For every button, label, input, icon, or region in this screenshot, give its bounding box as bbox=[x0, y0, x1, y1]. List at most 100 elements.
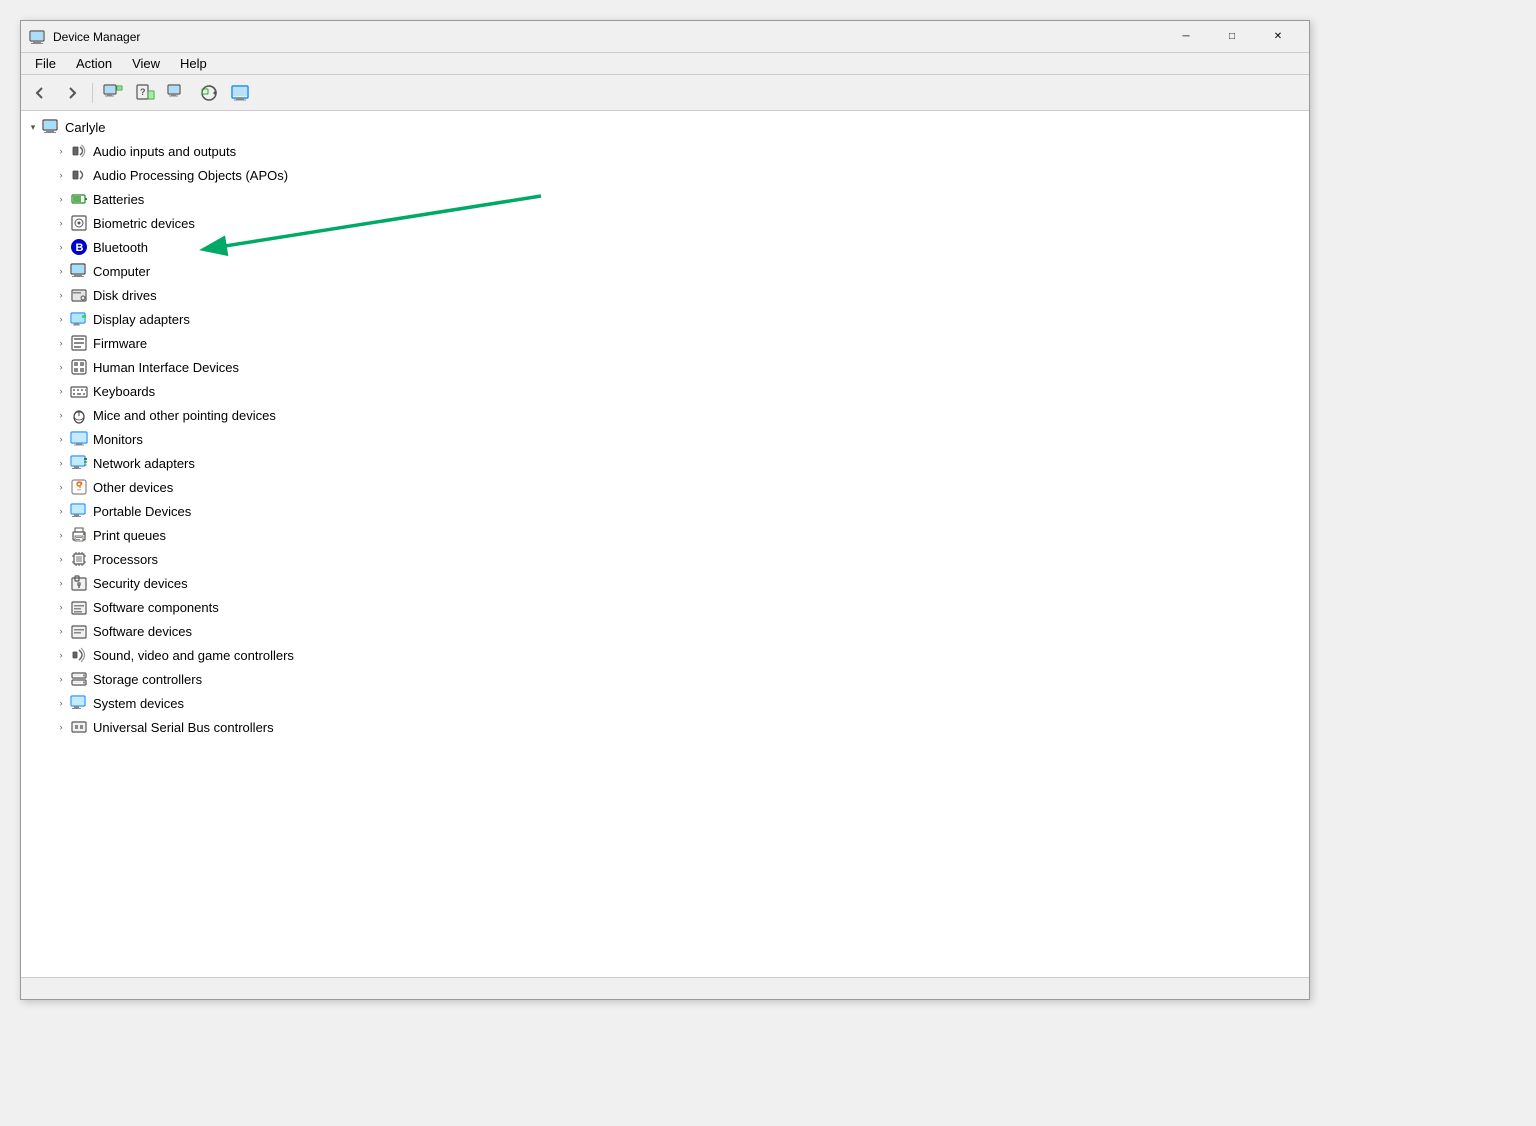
show-alphabetically-button[interactable] bbox=[162, 79, 192, 107]
toolbar: ? bbox=[21, 75, 1309, 111]
disk-icon bbox=[69, 285, 89, 305]
battery-icon bbox=[69, 189, 89, 209]
chevron-right-icon: › bbox=[53, 599, 69, 615]
update-button[interactable] bbox=[194, 79, 224, 107]
storage-icon bbox=[69, 669, 89, 689]
other-devices-icon: ? bbox=[69, 477, 89, 497]
tree-item-sound[interactable]: › Sound, video and game controllers bbox=[21, 643, 1309, 667]
tree-item-firmware[interactable]: › Firmware bbox=[21, 331, 1309, 355]
window-title: Device Manager bbox=[53, 30, 1163, 44]
hid-icon bbox=[69, 357, 89, 377]
tree-item-bluetooth[interactable]: › B Bluetooth bbox=[21, 235, 1309, 259]
software-components-icon bbox=[69, 597, 89, 617]
network-icon bbox=[69, 453, 89, 473]
tree-item-mice[interactable]: › Mice and other pointing devices bbox=[21, 403, 1309, 427]
tree-item-processors[interactable]: › Processors bbox=[21, 547, 1309, 571]
item-label: Software components bbox=[93, 600, 219, 615]
item-label: Bluetooth bbox=[93, 240, 148, 255]
computer-icon bbox=[41, 117, 61, 137]
item-label: Computer bbox=[93, 264, 150, 279]
minimize-button[interactable]: ─ bbox=[1163, 21, 1209, 53]
item-label: Software devices bbox=[93, 624, 192, 639]
chevron-right-icon: › bbox=[53, 455, 69, 471]
item-label: Keyboards bbox=[93, 384, 155, 399]
tree-item-other[interactable]: › ? Other devices bbox=[21, 475, 1309, 499]
tree-item-computer[interactable]: › Computer bbox=[21, 259, 1309, 283]
processor-icon bbox=[69, 549, 89, 569]
system-icon bbox=[69, 693, 89, 713]
chevron-right-icon: › bbox=[53, 215, 69, 231]
tree-item-disk-drives[interactable]: › Disk drives bbox=[21, 283, 1309, 307]
chevron-right-icon: › bbox=[53, 623, 69, 639]
software-devices-icon bbox=[69, 621, 89, 641]
maximize-button[interactable]: □ bbox=[1209, 21, 1255, 53]
item-label: Other devices bbox=[93, 480, 173, 495]
computer-item-icon bbox=[69, 261, 89, 281]
tree-item-security[interactable]: › Security devices bbox=[21, 571, 1309, 595]
tree-item-keyboards[interactable]: › Keyboards bbox=[21, 379, 1309, 403]
tree-item-network[interactable]: › Network adapters bbox=[21, 451, 1309, 475]
chevron-right-icon: › bbox=[53, 551, 69, 567]
tree-item-hid[interactable]: › Human Interface Devices bbox=[21, 355, 1309, 379]
window-controls: ─ □ ✕ bbox=[1163, 21, 1301, 53]
item-label: Network adapters bbox=[93, 456, 195, 471]
tree-item-audio-inputs[interactable]: › Audio inputs and outputs bbox=[21, 139, 1309, 163]
chevron-right-icon: › bbox=[53, 311, 69, 327]
tree-item-biometric[interactable]: › Biometric devices bbox=[21, 211, 1309, 235]
tree-item-software-components[interactable]: › Software components bbox=[21, 595, 1309, 619]
tree-item-software-devices[interactable]: › Software devices bbox=[21, 619, 1309, 643]
keyboard-icon bbox=[69, 381, 89, 401]
tree-item-portable[interactable]: › Portable Devices bbox=[21, 499, 1309, 523]
svg-text:?: ? bbox=[140, 87, 146, 97]
item-label: Biometric devices bbox=[93, 216, 195, 231]
app-icon bbox=[29, 29, 45, 45]
show-by-type-button[interactable] bbox=[98, 79, 128, 107]
item-label: System devices bbox=[93, 696, 184, 711]
scan-button[interactable] bbox=[226, 79, 256, 107]
chevron-right-icon: › bbox=[53, 167, 69, 183]
mouse-icon bbox=[69, 405, 89, 425]
forward-button[interactable] bbox=[57, 79, 87, 107]
tree-item-storage[interactable]: › Storage controllers bbox=[21, 667, 1309, 691]
help-button[interactable]: ? bbox=[130, 79, 160, 107]
tree-item-usb[interactable]: › Universal Serial Bus controllers bbox=[21, 715, 1309, 739]
tree-item-batteries[interactable]: › Batteries bbox=[21, 187, 1309, 211]
device-manager-window: Device Manager ─ □ ✕ File Action View He… bbox=[20, 20, 1310, 1000]
item-label: Firmware bbox=[93, 336, 147, 351]
root-label: Carlyle bbox=[65, 120, 105, 135]
firmware-icon bbox=[69, 333, 89, 353]
svg-text:?: ? bbox=[78, 480, 84, 490]
chevron-right-icon: › bbox=[53, 263, 69, 279]
tree-item-print-queues[interactable]: › Print queues bbox=[21, 523, 1309, 547]
menu-help[interactable]: Help bbox=[170, 54, 217, 73]
printer-icon bbox=[69, 525, 89, 545]
menu-file[interactable]: File bbox=[25, 54, 66, 73]
tree-item-display-adapters[interactable]: › Display adapters bbox=[21, 307, 1309, 331]
sound-icon bbox=[69, 645, 89, 665]
chevron-right-icon: › bbox=[53, 143, 69, 159]
portable-icon bbox=[69, 501, 89, 521]
tree-area[interactable]: ▾ Carlyle › Audio in bbox=[21, 111, 1309, 977]
biometric-icon bbox=[69, 213, 89, 233]
chevron-right-icon: › bbox=[53, 239, 69, 255]
menu-action[interactable]: Action bbox=[66, 54, 122, 73]
audio-icon bbox=[69, 141, 89, 161]
tree-item-audio-processing[interactable]: › Audio Processing Objects (APOs) bbox=[21, 163, 1309, 187]
item-label: Audio inputs and outputs bbox=[93, 144, 236, 159]
item-label: Batteries bbox=[93, 192, 144, 207]
item-label: Portable Devices bbox=[93, 504, 191, 519]
menu-view[interactable]: View bbox=[122, 54, 170, 73]
item-label: Audio Processing Objects (APOs) bbox=[93, 168, 288, 183]
chevron-right-icon: › bbox=[53, 359, 69, 375]
item-label: Security devices bbox=[93, 576, 188, 591]
chevron-right-icon: › bbox=[53, 671, 69, 687]
tree-item-system[interactable]: › System devices bbox=[21, 691, 1309, 715]
chevron-right-icon: › bbox=[53, 479, 69, 495]
tree-item-monitors[interactable]: › Monitors bbox=[21, 427, 1309, 451]
chevron-right-icon: › bbox=[53, 503, 69, 519]
close-button[interactable]: ✕ bbox=[1255, 21, 1301, 53]
tree-root-carlyle[interactable]: ▾ Carlyle bbox=[21, 115, 1309, 139]
back-button[interactable] bbox=[25, 79, 55, 107]
chevron-right-icon: › bbox=[53, 287, 69, 303]
chevron-right-icon: › bbox=[53, 383, 69, 399]
